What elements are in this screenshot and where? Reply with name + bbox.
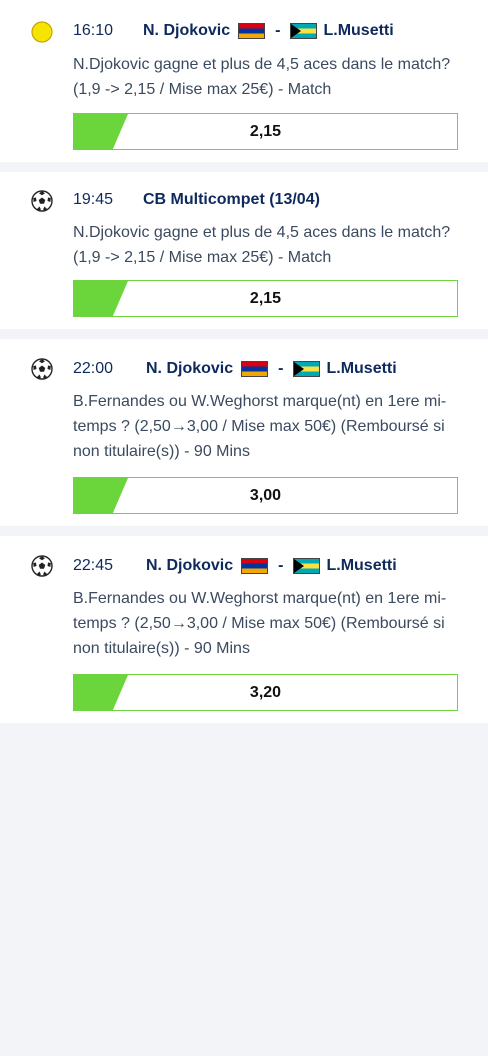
odds-button[interactable]: 3,20	[73, 674, 458, 711]
armenia-flag-icon	[241, 558, 269, 574]
bet-card: 22:45 N. Djokovic - L.Musetti B.Fernande…	[0, 536, 488, 723]
home-team: N. Djokovic	[146, 360, 234, 377]
bet-card: 16:10 N. Djokovic - L.Musetti N.Djokovic…	[0, 0, 488, 162]
odds-button[interactable]: 2,15	[73, 280, 458, 317]
event-time: 16:10	[73, 22, 114, 39]
tennis-ball-icon	[31, 21, 53, 43]
armenia-flag-icon	[238, 23, 266, 39]
bet-description: B.Fernandes ou W.Weghorst marque(nt) en …	[73, 590, 447, 657]
odds-accent	[74, 675, 128, 710]
odds-value: 3,20	[249, 683, 282, 701]
event-time: 22:00	[73, 360, 114, 377]
bet-card: 22:00 N. Djokovic - L.Musetti B.Fernande…	[0, 339, 488, 526]
armenia-flag-icon	[241, 361, 269, 377]
team-separator: -	[278, 360, 284, 377]
odds-accent	[74, 281, 128, 316]
competition-name: CB Multicompet (13/04)	[143, 191, 320, 208]
match-teams[interactable]: N. Djokovic - L.Musetti	[143, 22, 394, 40]
team-separator: -	[278, 557, 284, 574]
odds-value: 3,00	[249, 486, 282, 504]
event-header: 22:00 N. Djokovic - L.Musetti	[73, 356, 468, 382]
soccer-ball-icon	[31, 358, 53, 380]
odds-button[interactable]: 3,00	[73, 477, 458, 514]
match-teams[interactable]: N. Djokovic - L.Musetti	[146, 360, 397, 378]
home-team: N. Djokovic	[146, 557, 234, 574]
bet-description: N.Djokovic gagne et plus de 4,5 aces dan…	[73, 56, 451, 98]
odds-value: 2,15	[249, 122, 282, 140]
away-team: L.Musetti	[323, 22, 394, 39]
odds-button[interactable]: 2,15	[73, 113, 458, 150]
bet-card: 19:45 CB Multicompet (13/04) N.Djokovic …	[0, 172, 488, 329]
odds-accent	[74, 114, 128, 149]
home-team: N. Djokovic	[143, 22, 231, 39]
event-time: 22:45	[73, 557, 114, 574]
event-time: 19:45	[73, 191, 114, 208]
odds-value: 2,15	[249, 289, 282, 307]
soccer-ball-icon	[31, 555, 53, 577]
away-team: L.Musetti	[326, 557, 397, 574]
bet-description: B.Fernandes ou W.Weghorst marque(nt) en …	[73, 393, 447, 460]
away-team: L.Musetti	[326, 360, 397, 377]
bet-description: N.Djokovic gagne et plus de 4,5 aces dan…	[73, 224, 451, 266]
bahamas-flag-icon	[293, 361, 321, 377]
event-name[interactable]: CB Multicompet (13/04)	[143, 191, 320, 209]
team-separator: -	[275, 22, 281, 39]
odds-accent	[74, 478, 128, 513]
bahamas-flag-icon	[293, 558, 321, 574]
event-header: 22:45 N. Djokovic - L.Musetti	[73, 553, 468, 579]
bahamas-flag-icon	[290, 23, 318, 39]
event-header: 16:10 N. Djokovic - L.Musetti	[73, 18, 468, 44]
event-header: 19:45 CB Multicompet (13/04)	[73, 187, 468, 213]
soccer-ball-icon	[31, 190, 53, 212]
match-teams[interactable]: N. Djokovic - L.Musetti	[146, 557, 397, 575]
